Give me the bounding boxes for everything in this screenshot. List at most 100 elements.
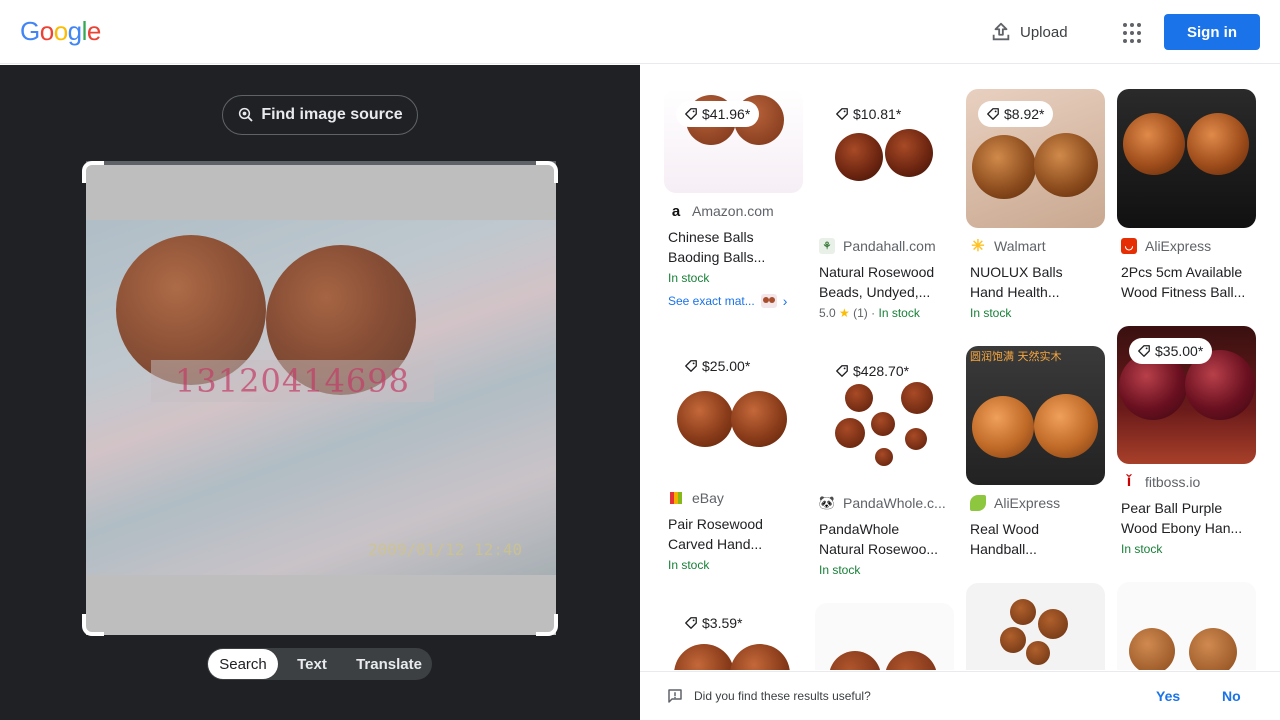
price-label: $428.70*	[853, 363, 910, 379]
result-title[interactable]: Real Wood Handball...	[966, 519, 1105, 559]
tab-text[interactable]: Text	[278, 649, 346, 679]
price-tag: $3.59*	[676, 610, 752, 636]
result-thumbnail[interactable]: $41.96*	[664, 89, 803, 193]
title-line: Handball...	[970, 541, 1037, 557]
logo-letter: o	[39, 16, 54, 46]
stock-status: In stock	[878, 306, 920, 320]
source-name: Walmart	[994, 238, 1046, 254]
exact-match-thumbnail	[760, 294, 777, 308]
result-thumbnail[interactable]: $25.00*	[664, 341, 803, 480]
result-card[interactable]: $428.70* 🐼 PandaWhole.c... PandaWhole Na…	[815, 346, 954, 577]
sign-in-button[interactable]: Sign in	[1164, 14, 1260, 50]
tag-icon	[836, 108, 848, 120]
source-name: fitboss.io	[1145, 474, 1201, 490]
result-thumbnail[interactable]: $35.00*	[1117, 326, 1256, 464]
fitboss-icon: ǐ	[1121, 474, 1137, 490]
result-thumbnail[interactable]: 圆润饱满 天然实木	[966, 346, 1105, 485]
tab-translate[interactable]: Translate	[346, 649, 432, 679]
result-card[interactable]	[815, 603, 954, 670]
lens-search-icon	[239, 107, 253, 122]
price-label: $10.81*	[853, 106, 902, 122]
title-line: Carved Hand...	[668, 536, 763, 552]
crop-handle-bottom-right[interactable]	[536, 614, 558, 636]
source-name: AliExpress	[994, 495, 1061, 511]
title-line: PandaWhole	[819, 521, 900, 537]
title-line: Chinese Balls	[668, 229, 754, 245]
walmart-icon: ✳	[970, 238, 986, 254]
tag-icon	[987, 108, 999, 120]
pandahall-icon: ⚘	[819, 238, 835, 254]
logo-letter: o	[53, 16, 68, 46]
feedback-no-button[interactable]: No	[1222, 688, 1241, 704]
result-thumbnail[interactable]	[1117, 582, 1256, 670]
result-title[interactable]: 2Pcs 5cm Available Wood Fitness Ball...	[1117, 262, 1256, 302]
result-title[interactable]: Chinese Balls Baoding Balls...	[664, 227, 803, 267]
stock-status: In stock	[668, 271, 710, 285]
result-title[interactable]: Natural Rosewood Beads, Undyed,...	[815, 262, 954, 302]
exact-match-label: See exact mat...	[668, 294, 755, 308]
chevron-right-icon: ›	[782, 293, 788, 309]
upload-label: Upload	[1020, 23, 1068, 41]
tab-search[interactable]: Search	[208, 649, 278, 679]
result-card[interactable]: $10.81* ⚘ Pandahall.com Natural Rosewood…	[815, 89, 954, 320]
ebay-icon	[668, 490, 684, 506]
result-thumbnail[interactable]	[1117, 89, 1256, 228]
result-source: eBay	[664, 490, 803, 506]
apps-grid-icon[interactable]	[1120, 20, 1144, 44]
result-thumbnail[interactable]	[966, 583, 1105, 670]
result-source: ǐ fitboss.io	[1117, 474, 1256, 490]
title-line: Natural Rosewoo...	[819, 541, 939, 557]
result-title[interactable]: PandaWhole Natural Rosewoo...	[815, 519, 954, 559]
result-card[interactable]: $35.00* ǐ fitboss.io Pear Ball Purple Wo…	[1117, 326, 1256, 556]
result-card[interactable]	[966, 583, 1105, 670]
result-card[interactable]: $3.59*	[664, 598, 803, 670]
result-thumbnail[interactable]: $10.81*	[815, 89, 954, 228]
stock-status: In stock	[819, 563, 861, 577]
rating-count: (1)	[853, 306, 868, 320]
price-label: $41.96*	[702, 106, 751, 122]
result-thumbnail[interactable]: $3.59*	[664, 598, 803, 670]
tag-icon	[685, 360, 697, 372]
tag-icon	[1138, 345, 1150, 357]
google-logo[interactable]: Google	[20, 16, 101, 47]
result-card[interactable]	[1117, 582, 1256, 670]
source-name: eBay	[692, 490, 724, 506]
source-name: AliExpress	[1145, 238, 1212, 254]
result-title[interactable]: Pear Ball Purple Wood Ebony Han...	[1117, 498, 1256, 538]
price-tag: $35.00*	[1129, 338, 1213, 364]
rating-value: 5.0	[819, 306, 836, 320]
result-card[interactable]: $8.92* ✳ Walmart NUOLUX Balls Hand Healt…	[966, 89, 1105, 320]
top-header: Google Upload Sign in	[0, 0, 1280, 64]
rating-and-stock: 5.0 ★ (1) · In stock	[819, 306, 920, 320]
result-thumbnail[interactable]: $428.70*	[815, 346, 954, 485]
feedback-question: Did you find these results useful?	[694, 689, 871, 703]
logo-letter: e	[86, 16, 101, 46]
see-exact-matches-link[interactable]: See exact mat... ›	[664, 293, 803, 309]
title-line: Beads, Undyed,...	[819, 284, 931, 300]
upload-button[interactable]: Upload	[990, 18, 1068, 46]
crop-handle-top-left[interactable]	[82, 161, 104, 183]
feedback-icon	[668, 689, 682, 703]
price-label: $35.00*	[1155, 343, 1204, 359]
feedback-yes-button[interactable]: Yes	[1156, 688, 1180, 704]
result-title[interactable]: NUOLUX Balls Hand Health...	[966, 262, 1105, 302]
crop-handle-top-right[interactable]	[536, 161, 558, 183]
result-card[interactable]: ◡ AliExpress 2Pcs 5cm Available Wood Fit…	[1117, 89, 1256, 302]
price-tag: $8.92*	[978, 101, 1054, 127]
price-tag: $25.00*	[676, 353, 760, 379]
price-tag: $428.70*	[827, 358, 919, 384]
crop-handle-bottom-left[interactable]	[82, 614, 104, 636]
search-mode-tabs: Search Text Translate	[207, 648, 432, 680]
result-thumbnail[interactable]: $8.92*	[966, 89, 1105, 228]
result-card[interactable]: 圆润饱满 天然实木 AliExpress Real Wood Handball.…	[966, 346, 1105, 559]
stock-status: In stock	[1121, 542, 1163, 556]
query-image: 13120414698 2009/01/12 12:40	[86, 165, 556, 635]
title-line: Baoding Balls...	[668, 249, 766, 265]
title-line: Pear Ball Purple	[1121, 500, 1223, 516]
find-image-source-button[interactable]: Find image source	[222, 95, 418, 135]
result-title[interactable]: Pair Rosewood Carved Hand...	[664, 514, 803, 554]
title-line: Wood Fitness Ball...	[1121, 284, 1246, 300]
result-card[interactable]: $41.96* a Amazon.com Chinese Balls Baodi…	[664, 89, 803, 309]
result-thumbnail[interactable]	[815, 603, 954, 670]
result-card[interactable]: $25.00* eBay Pair Rosewood Carved Hand..…	[664, 341, 803, 572]
